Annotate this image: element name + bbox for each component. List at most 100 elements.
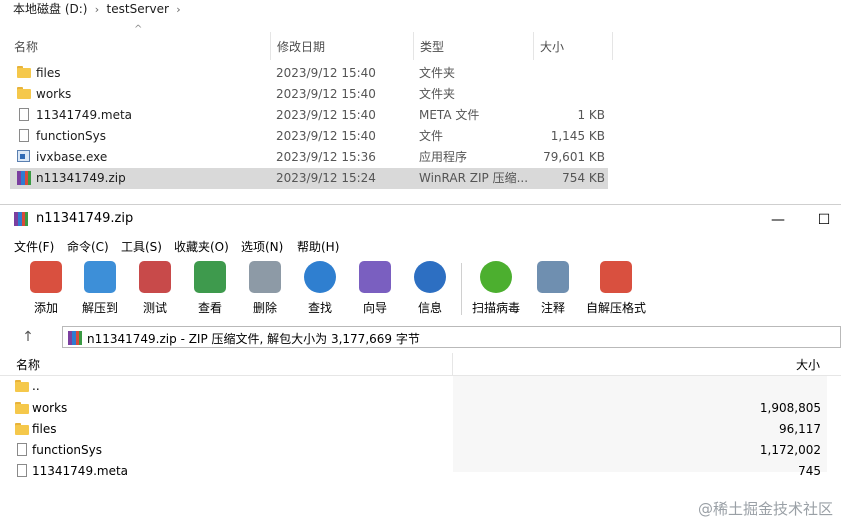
virus-scan-icon <box>480 261 512 293</box>
tool-info-button[interactable]: 信息 <box>404 261 456 319</box>
file-name: works <box>36 87 72 101</box>
file-date: 2023/9/12 15:36 <box>276 150 376 164</box>
winrar-icon <box>68 331 82 345</box>
maximize-icon[interactable]: ☐ <box>813 209 835 231</box>
sfx-archive-icon <box>600 261 632 293</box>
file-row-ivxbase[interactable]: ivxbase.exe 2023/9/12 15:36 应用程序 79,601 … <box>10 147 608 168</box>
tool-add-button[interactable]: 添加 <box>20 261 72 319</box>
file-size: 1,145 KB <box>550 129 605 143</box>
file-name: n11341749.zip <box>36 171 126 185</box>
file-date: 2023/9/12 15:40 <box>276 87 376 101</box>
column-header-size[interactable]: 大小 <box>540 36 564 58</box>
file-type: 应用程序 <box>419 150 468 164</box>
file-size: 79,601 KB <box>543 150 605 164</box>
document-icon <box>17 443 27 456</box>
tool-sfx-button[interactable]: 自解压格式 <box>586 261 646 319</box>
tool-extract-button[interactable]: 解压到 <box>74 261 126 319</box>
file-date: 2023/9/12 15:24 <box>276 171 376 185</box>
add-archive-icon <box>30 261 62 293</box>
column-divider[interactable] <box>612 32 613 60</box>
column-divider[interactable] <box>270 32 271 60</box>
breadcrumb: 本地磁盘 (D:) › testServer › <box>13 0 181 16</box>
tool-label: 扫描病毒 <box>471 301 520 315</box>
winrar-icon <box>17 171 31 185</box>
window-title: n11341749.zip <box>36 211 134 226</box>
entry-size: 1,172,002 <box>759 443 821 457</box>
tool-virus-scan-button[interactable]: 扫描病毒 <box>470 261 522 319</box>
tool-delete-button[interactable]: 删除 <box>239 261 291 319</box>
trash-icon <box>249 261 281 293</box>
file-date: 2023/9/12 15:40 <box>276 108 376 122</box>
document-icon <box>19 129 33 143</box>
menu-options[interactable]: 选项(N) <box>241 237 283 257</box>
minimize-icon[interactable]: — <box>767 209 789 231</box>
tool-label: 注释 <box>540 301 565 315</box>
file-type: 文件夹 <box>419 66 456 80</box>
column-divider[interactable] <box>413 32 414 60</box>
up-arrow-icon[interactable]: ↑ <box>18 327 38 347</box>
file-row-meta[interactable]: 11341749.meta 2023/9/12 15:40 META 文件 1 … <box>10 105 608 126</box>
tool-wizard-button[interactable]: 向导 <box>349 261 401 319</box>
file-row-works[interactable]: works 2023/9/12 15:40 文件夹 <box>10 84 608 105</box>
archive-row-functionsys[interactable]: functionSys 1,172,002 <box>0 440 841 461</box>
sort-ascending-icon: ^ <box>134 24 143 35</box>
entry-name: files <box>32 422 57 436</box>
column-header-type[interactable]: 类型 <box>420 36 444 58</box>
menu-file[interactable]: 文件(F) <box>14 237 54 257</box>
column-header-name[interactable]: 名称 <box>16 356 40 373</box>
magnifier-icon <box>304 261 336 293</box>
column-header-size[interactable]: 大小 <box>796 356 820 373</box>
column-header-name[interactable]: 名称 <box>14 36 38 58</box>
file-name: ivxbase.exe <box>36 150 108 164</box>
column-divider[interactable] <box>533 32 534 60</box>
folder-icon <box>17 66 31 80</box>
column-header-date[interactable]: 修改日期 <box>277 36 325 58</box>
folder-icon <box>15 402 29 414</box>
list-header: 名称 大小 <box>0 353 841 376</box>
archive-path-text: n11341749.zip - ZIP 压缩文件, 解包大小为 3,177,66… <box>87 332 420 346</box>
entry-size: 96,117 <box>779 422 821 436</box>
test-clipboard-icon <box>139 261 171 293</box>
tool-view-button[interactable]: 查看 <box>184 261 236 319</box>
explorer-window: 本地磁盘 (D:) › testServer › ^ 名称 修改日期 类型 大小… <box>0 0 841 200</box>
archive-path-field[interactable]: n11341749.zip - ZIP 压缩文件, 解包大小为 3,177,66… <box>62 326 841 348</box>
archive-row-parent[interactable]: .. <box>0 376 841 397</box>
view-book-icon <box>194 261 226 293</box>
winrar-icon <box>14 212 28 226</box>
menu-favorites[interactable]: 收藏夹(O) <box>174 237 229 257</box>
chevron-right-icon: › <box>91 3 103 16</box>
folder-icon <box>15 423 29 435</box>
file-date: 2023/9/12 15:40 <box>276 66 376 80</box>
document-icon <box>19 108 33 122</box>
breadcrumb-drive[interactable]: 本地磁盘 (D:) <box>13 2 87 16</box>
menu-tools[interactable]: 工具(S) <box>121 237 162 257</box>
archive-row-meta[interactable]: 11341749.meta 745 <box>0 461 841 482</box>
file-row-functionsys[interactable]: functionSys 2023/9/12 15:40 文件 1,145 KB <box>10 126 608 147</box>
wizard-wand-icon <box>359 261 391 293</box>
archive-row-files[interactable]: files 96,117 <box>0 419 841 440</box>
tool-comment-button[interactable]: 注释 <box>527 261 579 319</box>
file-name: 11341749.meta <box>36 108 133 122</box>
entry-size: 1,908,805 <box>759 401 821 415</box>
exe-icon <box>17 150 31 164</box>
file-date: 2023/9/12 15:40 <box>276 129 376 143</box>
file-row-zip-selected[interactable]: n11341749.zip 2023/9/12 15:24 WinRAR ZIP… <box>10 168 608 189</box>
tool-test-button[interactable]: 测试 <box>129 261 181 319</box>
title-bar[interactable]: n11341749.zip — ☐ <box>0 205 841 235</box>
entry-name: works <box>32 401 68 415</box>
column-divider[interactable] <box>452 353 453 375</box>
folder-icon <box>15 380 29 392</box>
file-row-files[interactable]: files 2023/9/12 15:40 文件夹 <box>10 63 608 84</box>
winrar-window: n11341749.zip — ☐ 文件(F) 命令(C) 工具(S) 收藏夹(… <box>0 204 841 525</box>
menu-commands[interactable]: 命令(C) <box>67 237 109 257</box>
entry-name: .. <box>32 379 40 393</box>
archive-row-works[interactable]: works 1,908,805 <box>0 398 841 419</box>
tool-find-button[interactable]: 查找 <box>294 261 346 319</box>
toolbar-separator <box>461 263 462 315</box>
chevron-right-icon: › <box>172 3 181 16</box>
menu-help[interactable]: 帮助(H) <box>297 237 339 257</box>
breadcrumb-folder[interactable]: testServer <box>107 2 169 16</box>
file-type: 文件 <box>419 129 444 143</box>
folder-icon <box>17 87 31 101</box>
tool-label: 信息 <box>417 301 442 315</box>
